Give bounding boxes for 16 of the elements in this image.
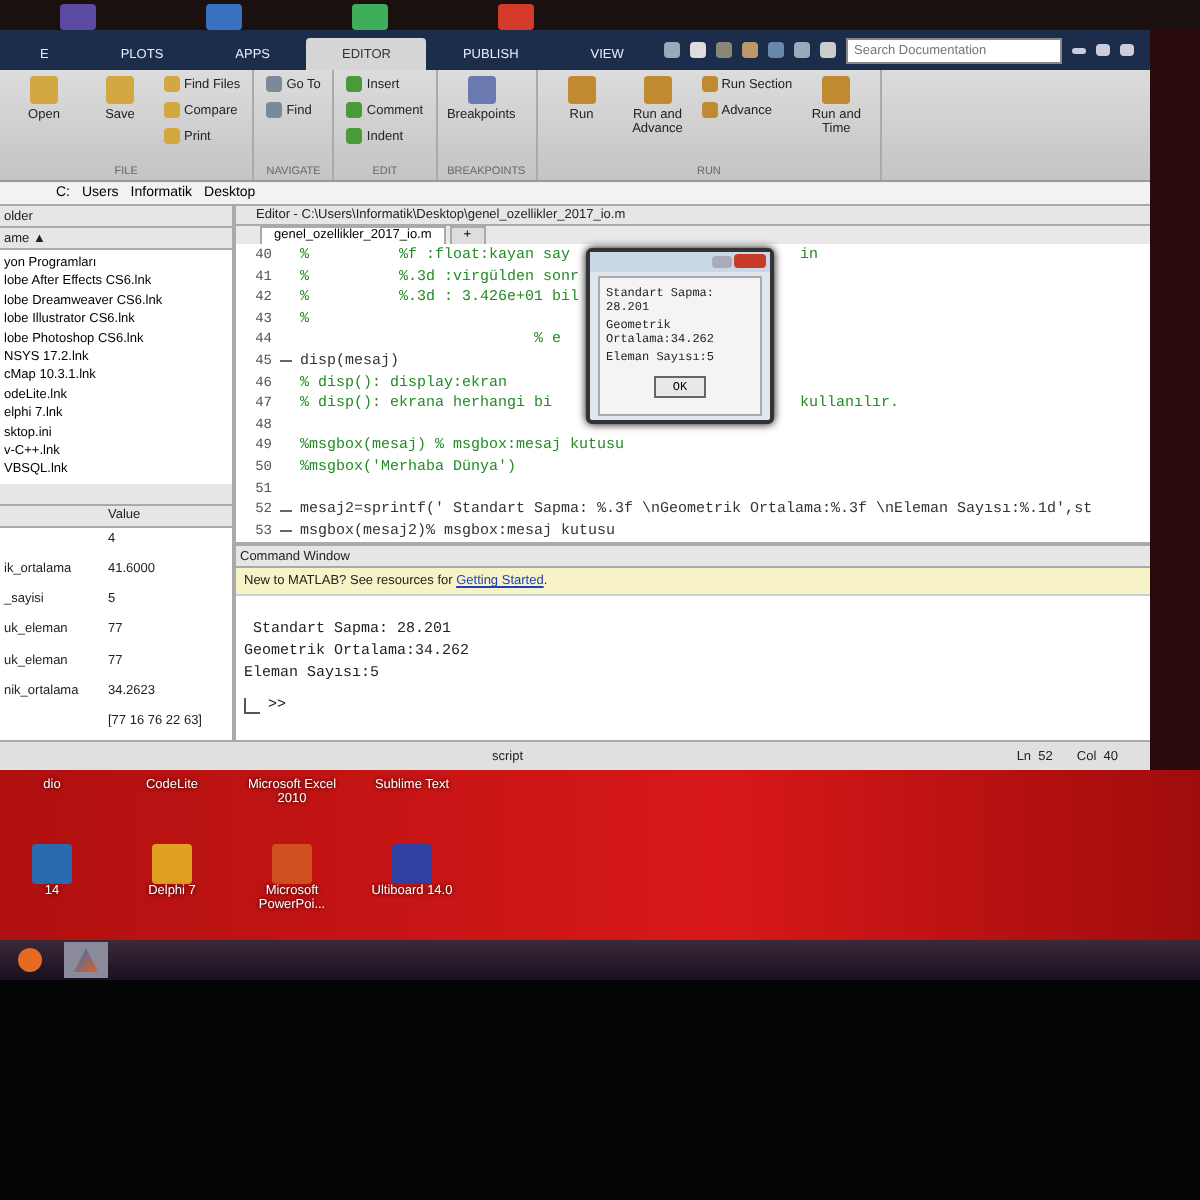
tool-icon	[643, 76, 672, 104]
window-minimize-icon[interactable]	[1072, 47, 1086, 53]
close-icon[interactable]	[1120, 44, 1134, 56]
browser-icon	[18, 948, 42, 972]
window-maximize-icon[interactable]	[1096, 44, 1110, 56]
tool-icon	[822, 76, 851, 104]
app-icon	[272, 843, 312, 883]
tool-icon	[30, 76, 58, 104]
close-icon[interactable]	[734, 254, 766, 269]
tool-icon	[106, 76, 134, 104]
tool-icon	[567, 76, 596, 104]
app-icon	[152, 843, 192, 883]
app-icon	[392, 843, 432, 883]
matlab-icon	[74, 948, 98, 972]
tool-icon	[467, 76, 496, 104]
app-icon	[32, 843, 72, 883]
